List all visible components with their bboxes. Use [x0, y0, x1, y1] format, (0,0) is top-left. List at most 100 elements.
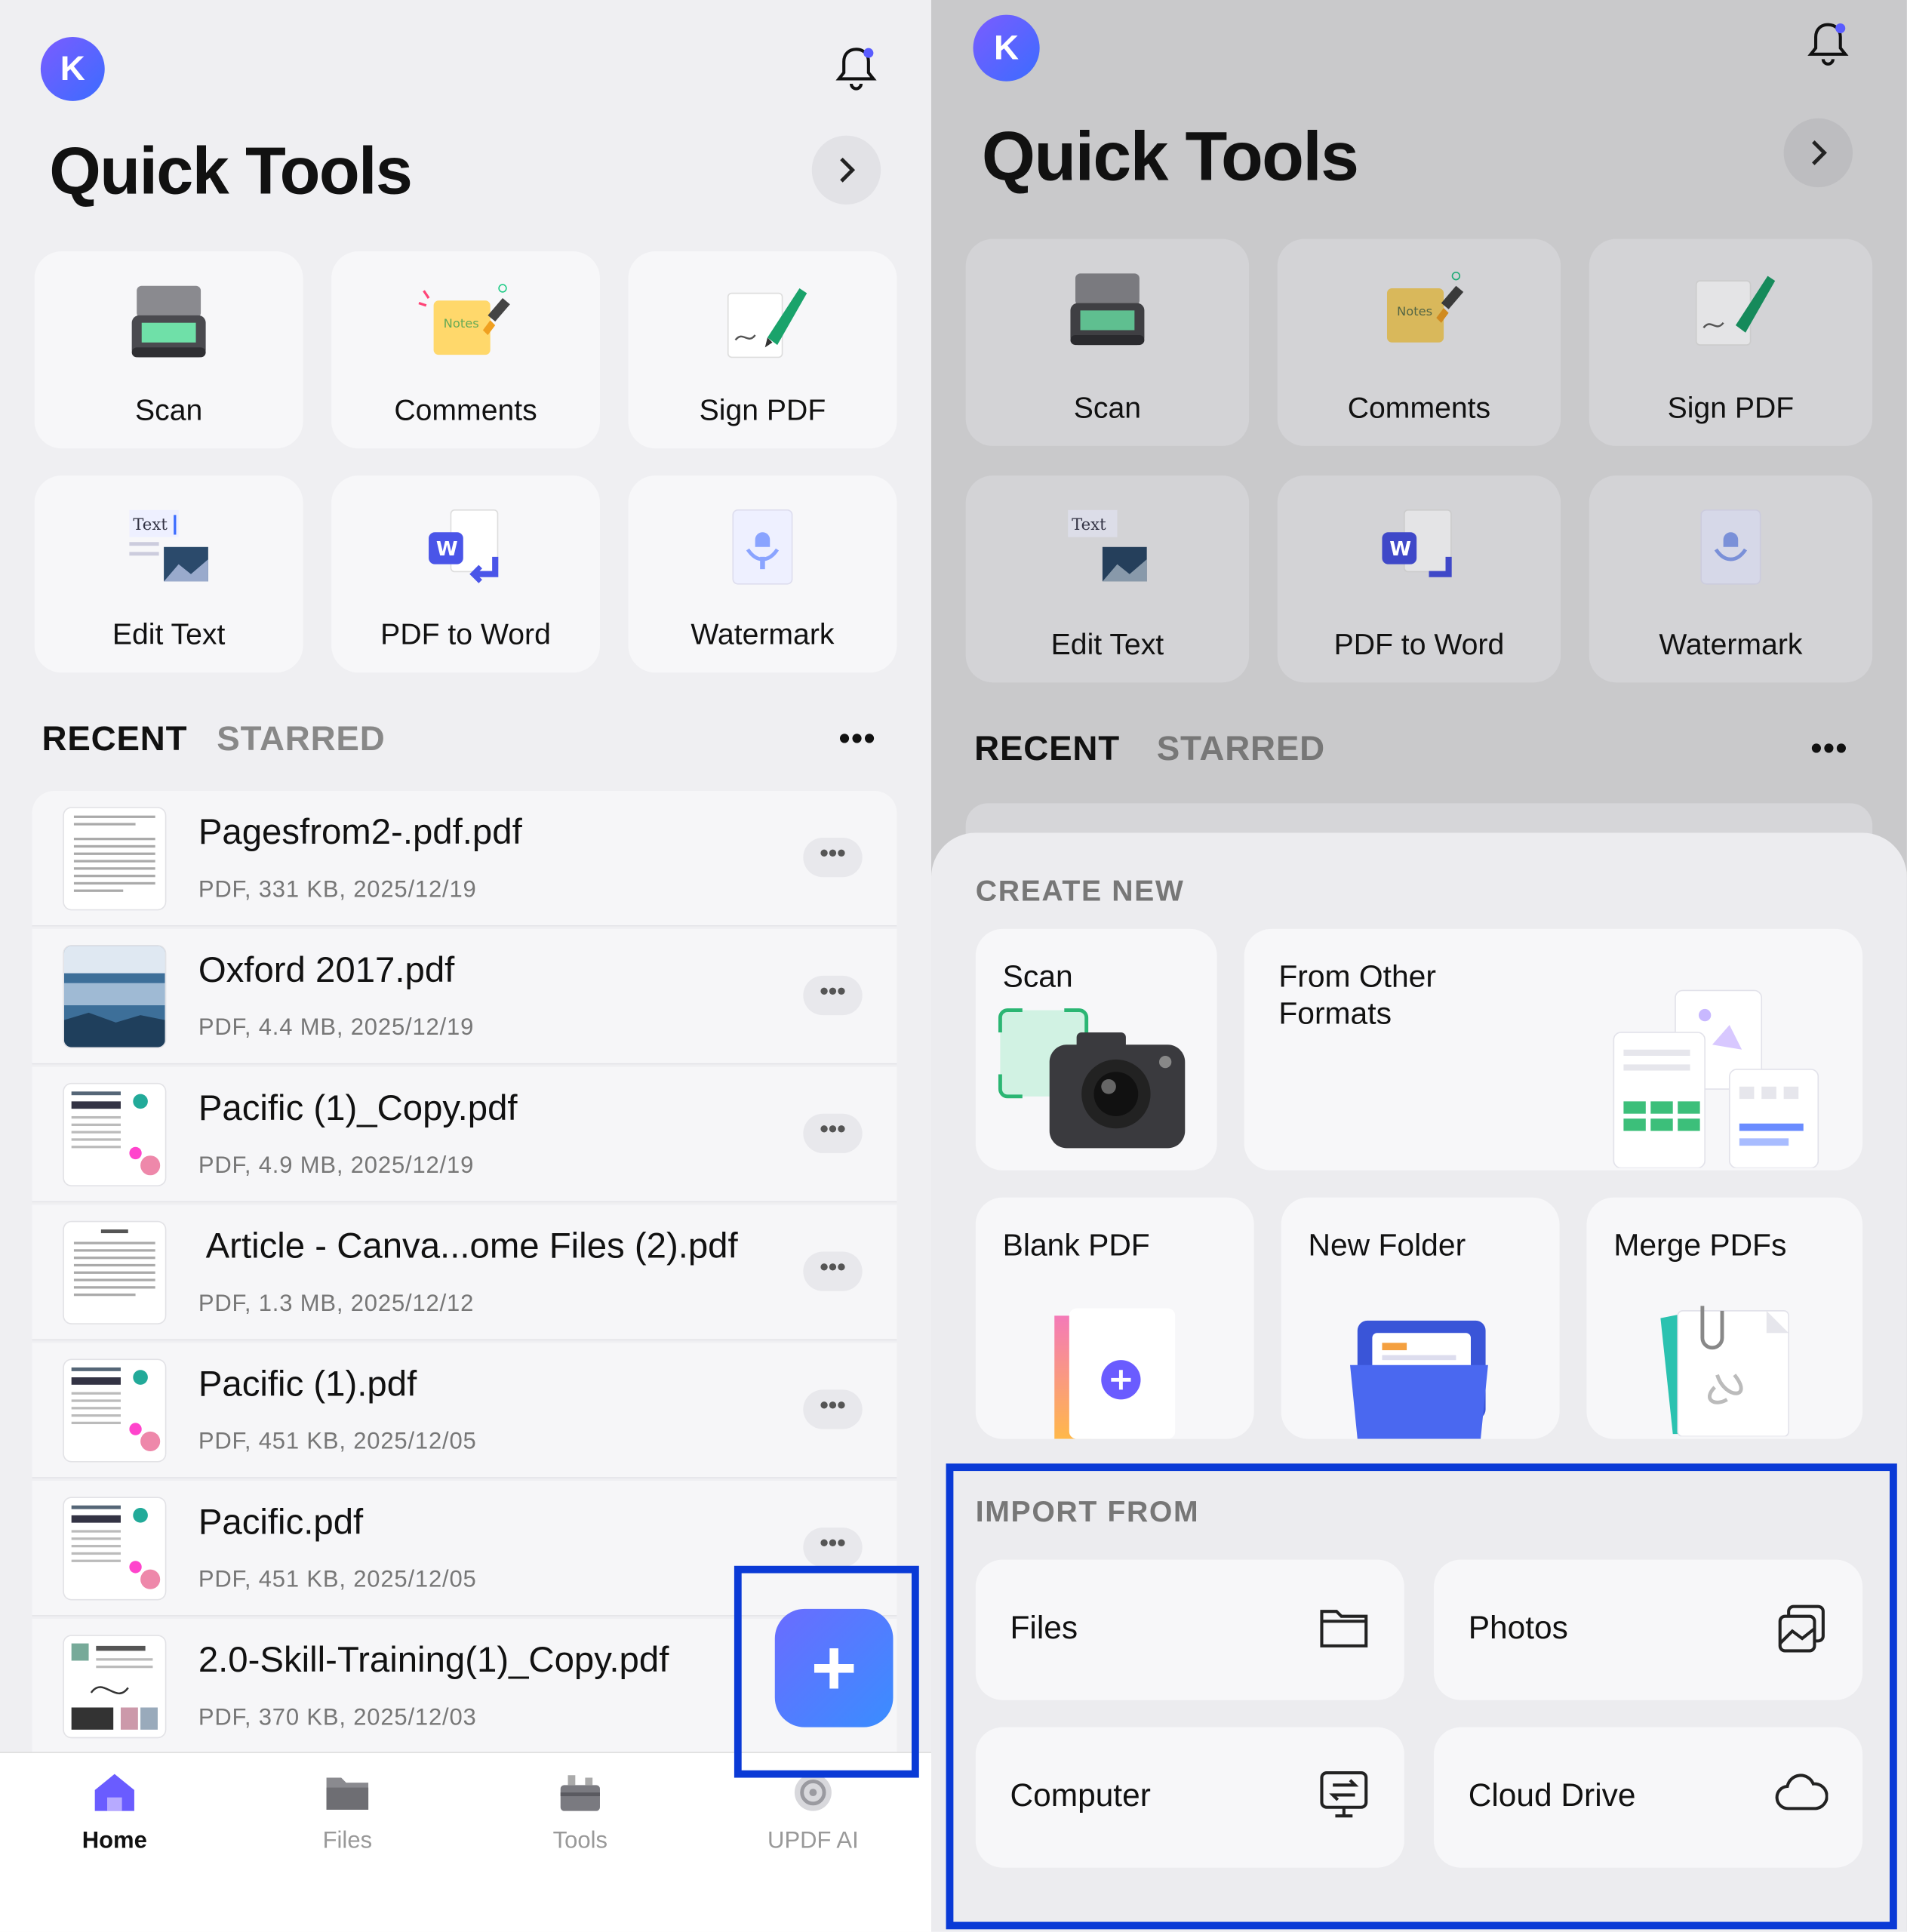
- tab-starred[interactable]: STARRED: [1157, 729, 1325, 768]
- merge-icon: [1656, 1301, 1804, 1443]
- file-more-button[interactable]: •••: [803, 1527, 863, 1567]
- import-from-highlight-box: [946, 1463, 1897, 1930]
- create-merge-pdfs-card[interactable]: Merge PDFs: [1586, 1197, 1863, 1439]
- formats-icon: [1601, 983, 1823, 1174]
- new-folder-icon: [1345, 1315, 1493, 1444]
- create-sheet-screen: K Quick Tools Scan Notes Comments Sign P…: [931, 0, 1907, 1932]
- nav-updf-ai[interactable]: UPDF AI: [739, 1770, 887, 1856]
- svg-text:W: W: [436, 538, 458, 561]
- file-meta: PDF, 451 KB, 2025/12/05: [198, 1429, 477, 1455]
- fab-highlight-box: [734, 1565, 919, 1778]
- file-name: Pacific.pdf: [198, 1503, 364, 1543]
- svg-text:Notes: Notes: [444, 316, 479, 331]
- blank-pdf-icon: [1044, 1303, 1192, 1445]
- chevron-right-icon: [1812, 140, 1827, 165]
- tab-recent[interactable]: RECENT: [974, 729, 1120, 768]
- file-name: Article - Canva...ome Files (2).pdf: [205, 1226, 738, 1267]
- file-row[interactable]: Pacific (1).pdf PDF, 451 KB, 2025/12/05 …: [32, 1343, 897, 1478]
- page-title: Quick Tools: [49, 134, 413, 208]
- tool-watermark[interactable]: Watermark: [1589, 475, 1873, 683]
- sign-pen-icon: [713, 278, 812, 374]
- tool-pdf-to-word[interactable]: W PDF to Word: [1277, 475, 1561, 683]
- tool-watermark[interactable]: Watermark: [628, 475, 897, 673]
- camera-icon: [998, 1008, 1195, 1161]
- svg-text:Notes: Notes: [1397, 304, 1432, 318]
- recent-options-button[interactable]: •••: [839, 719, 876, 758]
- quick-tools-more-button[interactable]: [1783, 118, 1853, 188]
- file-row[interactable]: Article - Canva...ome Files (2).pdf PDF,…: [32, 1204, 897, 1341]
- file-meta: PDF, 370 KB, 2025/12/03: [198, 1705, 477, 1731]
- file-name: 2.0-Skill-Training(1)_Copy.pdf: [198, 1641, 669, 1681]
- word-convert-icon: W: [1375, 503, 1464, 598]
- create-new-folder-card[interactable]: New Folder: [1281, 1197, 1560, 1439]
- file-thumbnail: [63, 808, 165, 909]
- toolbox-icon: [560, 1775, 600, 1811]
- create-scan-card[interactable]: Scan: [975, 928, 1217, 1171]
- tool-comments[interactable]: Notes Comments: [1277, 238, 1561, 446]
- quick-tools-more-button[interactable]: [811, 135, 881, 205]
- file-meta: PDF, 4.4 MB, 2025/12/19: [198, 1015, 475, 1041]
- file-row[interactable]: Pacific (1)_Copy.pdf PDF, 4.9 MB, 2025/1…: [32, 1066, 897, 1203]
- tool-edit-text[interactable]: Text Edit Text: [965, 475, 1250, 683]
- edit-text-icon: Text: [125, 503, 214, 595]
- file-name: Pagesfrom2-.pdf.pdf: [198, 813, 522, 853]
- file-thumbnail: [63, 946, 165, 1048]
- file-meta: PDF, 451 KB, 2025/12/05: [198, 1567, 477, 1593]
- nav-tools[interactable]: Tools: [506, 1770, 654, 1856]
- file-row[interactable]: Pagesfrom2-.pdf.pdf PDF, 331 KB, 2025/12…: [32, 791, 897, 927]
- tab-starred[interactable]: STARRED: [217, 719, 385, 758]
- tool-scan[interactable]: Scan: [965, 238, 1250, 446]
- notification-bell-icon[interactable]: [1806, 20, 1850, 75]
- file-more-button[interactable]: •••: [803, 838, 863, 878]
- file-meta: PDF, 4.9 MB, 2025/12/19: [198, 1152, 475, 1180]
- file-more-button[interactable]: •••: [803, 1389, 863, 1429]
- tool-sign-pdf[interactable]: Sign PDF: [628, 251, 897, 449]
- watermark-icon: [1691, 503, 1770, 598]
- file-name: Pacific (1).pdf: [198, 1364, 417, 1404]
- tool-pdf-to-word[interactable]: W PDF to Word: [331, 475, 600, 673]
- create-new-heading: CREATE NEW: [975, 875, 1185, 909]
- avatar[interactable]: K: [973, 14, 1040, 82]
- recent-options-button[interactable]: •••: [1811, 729, 1848, 768]
- tool-comments[interactable]: Notes Comments: [331, 251, 600, 449]
- notes-icon: Notes: [1370, 266, 1469, 361]
- file-more-button[interactable]: •••: [803, 975, 863, 1016]
- tool-sign-pdf[interactable]: Sign PDF: [1589, 238, 1873, 446]
- file-name: Oxford 2017.pdf: [198, 951, 455, 991]
- create-blank-pdf-card[interactable]: Blank PDF: [975, 1197, 1254, 1439]
- home-icon: [94, 1774, 134, 1811]
- tool-scan[interactable]: Scan: [34, 251, 303, 449]
- notification-bell-icon[interactable]: [834, 45, 878, 100]
- scanner-icon: [1068, 266, 1146, 358]
- scanner-icon: [129, 278, 208, 371]
- folder-icon: [326, 1777, 369, 1810]
- chevron-right-icon: [840, 157, 856, 183]
- file-meta: PDF, 331 KB, 2025/12/19: [198, 877, 477, 903]
- word-convert-icon: W: [421, 503, 510, 598]
- watermark-icon: [723, 503, 801, 598]
- file-thumbnail: [63, 1084, 165, 1186]
- file-more-button[interactable]: •••: [803, 1113, 863, 1153]
- nav-home[interactable]: Home: [41, 1770, 189, 1856]
- file-thumbnail: [63, 1635, 165, 1737]
- avatar[interactable]: K: [40, 36, 105, 101]
- file-thumbnail: [63, 1222, 165, 1324]
- home-screen: K Quick Tools Scan Notes Comments Sign P…: [0, 0, 932, 1932]
- notes-icon: Notes: [417, 278, 515, 374]
- tool-edit-text[interactable]: Text Edit Text: [34, 475, 303, 673]
- nav-files[interactable]: Files: [273, 1770, 421, 1856]
- file-thumbnail: [63, 1360, 165, 1462]
- svg-text:Text: Text: [133, 515, 168, 534]
- svg-text:Text: Text: [1072, 515, 1106, 534]
- page-title: Quick Tools: [981, 117, 1359, 195]
- tab-recent[interactable]: RECENT: [42, 719, 188, 758]
- svg-text:W: W: [1389, 538, 1411, 561]
- file-more-button[interactable]: •••: [803, 1251, 863, 1291]
- file-meta: PDF, 1.3 MB, 2025/12/12: [198, 1291, 475, 1318]
- file-thumbnail: [63, 1497, 165, 1599]
- bottom-navigation: Home Files Tools UPDF AI: [0, 1752, 932, 1932]
- file-name: Pacific (1)_Copy.pdf: [198, 1089, 518, 1129]
- create-from-other-formats-card[interactable]: From Other Formats: [1244, 928, 1863, 1174]
- edit-text-icon: Text: [1063, 503, 1152, 595]
- file-row[interactable]: Oxford 2017.pdf PDF, 4.4 MB, 2025/12/19 …: [32, 928, 897, 1065]
